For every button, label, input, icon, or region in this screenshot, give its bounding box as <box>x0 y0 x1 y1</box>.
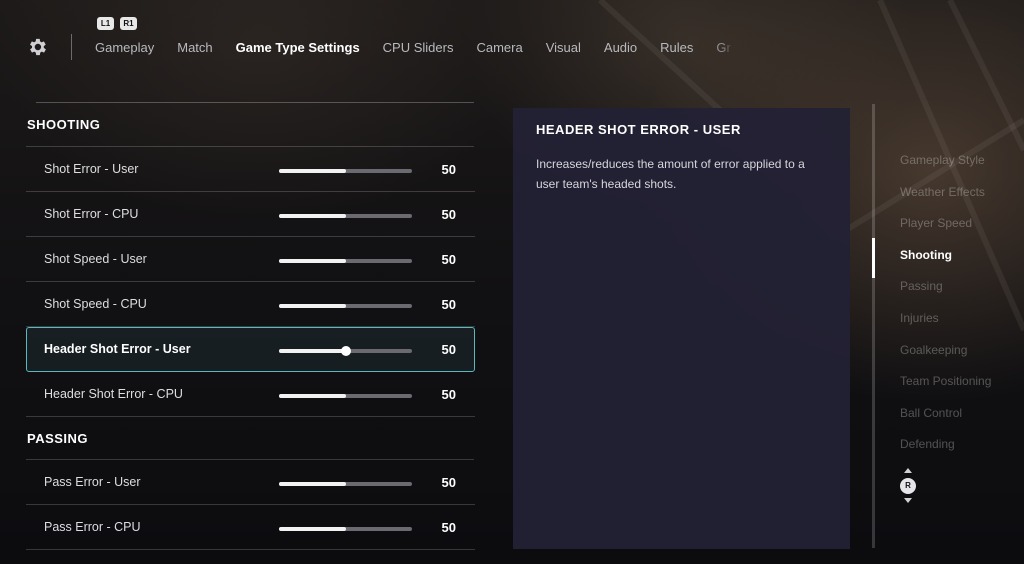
slider-track[interactable] <box>279 394 412 398</box>
slider-fill <box>279 214 346 218</box>
slider-row[interactable]: Pass Error - CPU 50 <box>26 505 475 550</box>
tab-bar: Gameplay Match Game Type Settings CPU Sl… <box>95 40 733 56</box>
index-item-team-positioning[interactable]: Team Positioning <box>900 374 991 406</box>
settings-list: SHOOTING Shot Error - User 50 Shot Error… <box>26 102 476 550</box>
arrow-up-icon <box>904 468 912 473</box>
gear-icon[interactable] <box>26 36 48 58</box>
index-item-defending[interactable]: Defending <box>900 437 991 469</box>
slider-row[interactable]: Shot Speed - CPU 50 <box>26 282 475 327</box>
slider-fill <box>279 169 346 173</box>
slider-row[interactable]: Shot Error - CPU 50 <box>26 192 475 237</box>
tab-gameplay[interactable]: Gameplay <box>95 40 154 56</box>
index-item-goalkeeping[interactable]: Goalkeeping <box>900 343 991 375</box>
section-header-shooting: SHOOTING <box>26 103 474 147</box>
slider-label: Shot Speed - User <box>44 252 147 266</box>
index-scrollbar-thumb[interactable] <box>872 238 875 278</box>
description-title: HEADER SHOT ERROR - USER <box>536 122 741 137</box>
slider-label: Pass Error - User <box>44 475 141 489</box>
slider-row[interactable]: Shot Error - User 50 <box>26 147 475 192</box>
slider-label: Shot Error - CPU <box>44 207 139 221</box>
slider-value: 50 <box>441 475 456 490</box>
category-index: Gameplay Style Weather Effects Player Sp… <box>900 153 991 469</box>
top-navigation: L1 R1 Gameplay Match Game Type Settings … <box>0 0 1024 90</box>
tab-cpu-sliders[interactable]: CPU Sliders <box>383 40 454 56</box>
slider-track[interactable] <box>279 482 412 486</box>
index-item-injuries[interactable]: Injuries <box>900 311 991 343</box>
index-scrollbar[interactable] <box>872 104 875 548</box>
slider-track[interactable] <box>279 169 412 173</box>
slider-label: Header Shot Error - CPU <box>44 387 183 401</box>
index-item-ball-control[interactable]: Ball Control <box>900 406 991 438</box>
slider-track[interactable] <box>279 346 412 356</box>
tab-audio[interactable]: Audio <box>604 40 637 56</box>
slider-track[interactable] <box>279 214 412 218</box>
slider-row-selected[interactable]: Header Shot Error - User 50 <box>26 327 475 372</box>
r-button-hint: R <box>900 478 916 494</box>
tab-visual[interactable]: Visual <box>546 40 581 56</box>
slider-value: 50 <box>441 387 456 402</box>
slider-fill <box>279 527 346 531</box>
slider-label: Shot Speed - CPU <box>44 297 147 311</box>
tab-truncated[interactable]: Gr <box>716 40 733 56</box>
description-text: Increases/reduces the amount of error ap… <box>536 157 805 191</box>
tab-camera[interactable]: Camera <box>476 40 522 56</box>
index-item-player-speed[interactable]: Player Speed <box>900 216 991 248</box>
r1-button-hint[interactable]: R1 <box>120 17 137 30</box>
slider-value: 50 <box>441 207 456 222</box>
slider-row[interactable]: Header Shot Error - CPU 50 <box>26 372 475 417</box>
index-item-shooting[interactable]: Shooting <box>900 248 991 280</box>
index-item-weather-effects[interactable]: Weather Effects <box>900 185 991 217</box>
slider-label: Pass Error - CPU <box>44 520 141 534</box>
tab-game-type-settings[interactable]: Game Type Settings <box>236 40 360 56</box>
section-header-passing: PASSING <box>26 417 474 460</box>
slider-value: 50 <box>441 162 456 177</box>
index-item-passing[interactable]: Passing <box>900 279 991 311</box>
slider-knob[interactable] <box>340 346 351 356</box>
slider-fill <box>279 349 346 353</box>
slider-value: 50 <box>441 297 456 312</box>
slider-track[interactable] <box>279 259 412 263</box>
slider-row[interactable]: Shot Speed - User 50 <box>26 237 475 282</box>
right-stick-icon[interactable]: R <box>899 468 917 504</box>
slider-fill <box>279 259 346 263</box>
slider-value: 50 <box>441 342 456 357</box>
slider-row[interactable]: Pass Error - User 50 <box>26 460 475 505</box>
l1-button-hint[interactable]: L1 <box>97 17 114 30</box>
slider-label: Header Shot Error - User <box>44 342 191 356</box>
slider-track[interactable] <box>279 304 412 308</box>
slider-fill <box>279 394 346 398</box>
slider-label: Shot Error - User <box>44 162 139 176</box>
slider-fill <box>279 304 346 308</box>
slider-value: 50 <box>441 520 456 535</box>
slider-value: 50 <box>441 252 456 267</box>
description-panel: HEADER SHOT ERROR - USER Increases/reduc… <box>513 108 850 549</box>
nav-divider <box>71 34 72 60</box>
slider-fill <box>279 482 346 486</box>
index-item-gameplay-style[interactable]: Gameplay Style <box>900 153 991 185</box>
tab-rules[interactable]: Rules <box>660 40 693 56</box>
slider-track[interactable] <box>279 527 412 531</box>
tab-match[interactable]: Match <box>177 40 212 56</box>
arrow-down-icon <box>904 498 912 503</box>
